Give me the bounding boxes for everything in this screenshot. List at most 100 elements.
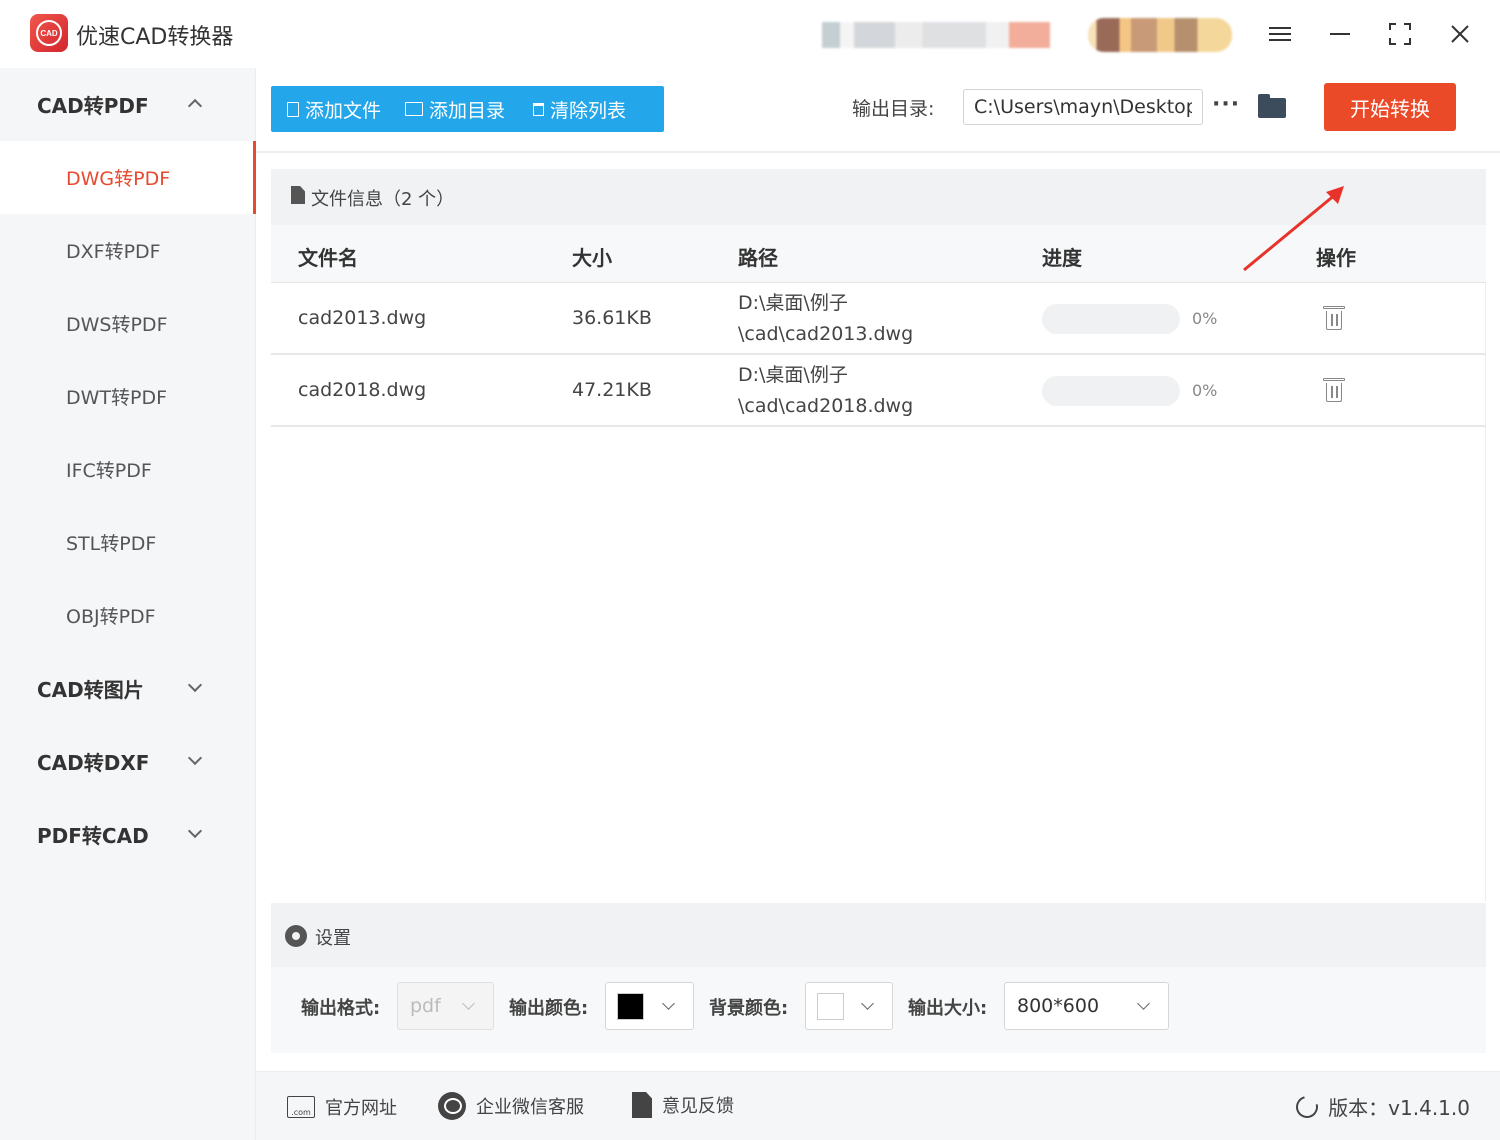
minimize-icon[interactable] <box>1320 14 1360 54</box>
sidebar-item-dxf-to-pdf[interactable]: DXF转PDF <box>0 214 256 287</box>
column-header-name: 文件名 <box>298 246 358 270</box>
chat-icon <box>438 1092 466 1120</box>
sidebar-item-label: OBJ转PDF <box>66 606 156 628</box>
column-header-size: 大小 <box>572 246 612 270</box>
output-color-label: 输出颜色: <box>509 998 589 1019</box>
sidebar-item-label: DWT转PDF <box>66 387 168 409</box>
column-header-path: 路径 <box>738 246 778 270</box>
sidebar-item-dwt-to-pdf[interactable]: DWT转PDF <box>0 360 256 433</box>
sidebar-group-pdf-to-cad[interactable]: PDF转CAD <box>0 798 256 871</box>
wechat-support-link[interactable]: 企业微信客服 <box>438 1092 584 1120</box>
clear-list-button[interactable]: 清除列表 <box>517 86 638 132</box>
sidebar-item-label: DWS转PDF <box>66 314 168 336</box>
maximize-icon[interactable] <box>1380 14 1420 54</box>
settings-header: 设置 <box>271 903 1486 967</box>
chevron-down-icon <box>462 997 475 1010</box>
settings-panel: 设置 输出格式: pdf 输出颜色: 背景颜色: 输出大小: 800*600 <box>271 903 1486 1053</box>
refresh-icon <box>1292 1091 1323 1122</box>
output-directory-input[interactable] <box>963 89 1203 125</box>
sidebar-item-label: DWG转PDF <box>66 168 171 190</box>
add-directory-label: 添加目录 <box>429 99 506 122</box>
document-icon <box>291 186 305 204</box>
file-icon <box>287 101 299 117</box>
chevron-down-icon <box>187 823 203 839</box>
background-color-swatch <box>817 993 844 1020</box>
feedback-icon <box>632 1092 652 1118</box>
progress-bar <box>1042 304 1180 334</box>
trash-icon <box>533 102 545 116</box>
app-logo: CAD <box>30 14 68 52</box>
clear-list-label: 清除列表 <box>550 99 627 122</box>
divider <box>256 151 1500 153</box>
sidebar-group-cad-to-pdf[interactable]: CAD转PDF <box>0 68 256 141</box>
add-directory-button[interactable]: 添加目录 <box>393 86 517 132</box>
progress-percent: 0% <box>1192 381 1218 400</box>
output-color-swatch <box>617 993 644 1020</box>
output-format-value: pdf <box>410 995 441 1017</box>
sidebar-group-cad-to-image[interactable]: CAD转图片 <box>0 652 256 725</box>
file-size: 36.61KB <box>572 307 652 329</box>
feedback-link[interactable]: 意见反馈 <box>632 1092 734 1118</box>
file-info-title: 文件信息（2 个） <box>311 189 455 210</box>
open-folder-icon[interactable] <box>1258 94 1286 118</box>
sidebar-item-ifc-to-pdf[interactable]: IFC转PDF <box>0 433 256 506</box>
settings-title: 设置 <box>315 928 351 949</box>
more-options-icon[interactable]: ··· <box>1212 92 1240 117</box>
footer: .com 官方网址 企业微信客服 意见反馈 版本：v1.4.1.0 <box>256 1071 1500 1140</box>
file-size: 47.21KB <box>572 379 652 401</box>
sidebar-item-dws-to-pdf[interactable]: DWS转PDF <box>0 287 256 360</box>
sidebar-item-dwg-to-pdf[interactable]: DWG转PDF <box>0 141 256 214</box>
settings-body: 输出格式: pdf 输出颜色: 背景颜色: 输出大小: 800*600 <box>271 967 1486 1053</box>
progress-bar <box>1042 376 1180 406</box>
add-file-button[interactable]: 添加文件 <box>271 86 393 132</box>
start-convert-button[interactable]: 开始转换 <box>1324 83 1456 131</box>
feedback-label: 意见反馈 <box>662 1096 734 1117</box>
column-header-progress: 进度 <box>1042 246 1082 270</box>
file-path: D:\桌面\例子\cad\cad2018.dwg <box>738 364 914 417</box>
wechat-support-label: 企业微信客服 <box>476 1097 584 1118</box>
blurred-user-avatar[interactable] <box>1088 18 1232 52</box>
output-size-select[interactable]: 800*600 <box>1004 982 1169 1030</box>
sidebar-group-label: CAD转图片 <box>37 678 144 702</box>
chevron-down-icon <box>861 997 874 1010</box>
sidebar: CAD转PDF DWG转PDF DXF转PDF DWS转PDF DWT转PDF … <box>0 68 256 1140</box>
delete-row-icon[interactable] <box>1323 306 1345 330</box>
sidebar-group-label: CAD转DXF <box>37 751 150 775</box>
app-title: 优速CAD转换器 <box>76 25 234 50</box>
official-website-link[interactable]: .com 官方网址 <box>287 1094 397 1120</box>
sidebar-item-label: STL转PDF <box>66 533 157 555</box>
folder-outline-icon <box>405 102 424 116</box>
blurred-user-info <box>822 22 1050 48</box>
output-color-select[interactable] <box>605 982 694 1030</box>
version-info[interactable]: 版本：v1.4.1.0 <box>1292 1091 1470 1122</box>
sidebar-group-label: CAD转PDF <box>37 94 149 118</box>
chevron-down-icon <box>187 750 203 766</box>
add-file-label: 添加文件 <box>305 99 382 122</box>
output-format-select[interactable]: pdf <box>397 982 494 1030</box>
output-directory-label: 输出目录: <box>852 98 935 120</box>
delete-row-icon[interactable] <box>1323 378 1345 402</box>
progress-percent: 0% <box>1192 309 1218 328</box>
title-bar: CAD 优速CAD转换器 <box>0 0 1500 68</box>
app-logo-text: CAD <box>36 20 62 46</box>
file-name: cad2013.dwg <box>298 307 427 329</box>
output-size-value: 800*600 <box>1017 995 1100 1017</box>
background-color-select[interactable] <box>805 982 893 1030</box>
background-color-label: 背景颜色: <box>709 998 789 1019</box>
output-size-label: 输出大小: <box>908 998 988 1019</box>
chevron-up-icon <box>187 98 203 114</box>
sidebar-item-label: DXF转PDF <box>66 241 161 263</box>
gear-icon <box>287 927 305 945</box>
official-website-label: 官方网址 <box>325 1098 397 1119</box>
website-icon: .com <box>287 1096 315 1118</box>
output-format-label: 输出格式: <box>301 998 381 1019</box>
chevron-down-icon <box>1137 997 1150 1010</box>
sidebar-group-cad-to-dxf[interactable]: CAD转DXF <box>0 725 256 798</box>
sidebar-item-obj-to-pdf[interactable]: OBJ转PDF <box>0 579 256 652</box>
version-label: 版本：v1.4.1.0 <box>1328 1096 1470 1120</box>
table-row: cad2013.dwg 36.61KB D:\桌面\例子\cad\cad2013… <box>271 283 1486 355</box>
chevron-down-icon <box>662 997 675 1010</box>
sidebar-item-stl-to-pdf[interactable]: STL转PDF <box>0 506 256 579</box>
menu-icon[interactable] <box>1260 14 1300 54</box>
close-icon[interactable] <box>1440 14 1480 54</box>
